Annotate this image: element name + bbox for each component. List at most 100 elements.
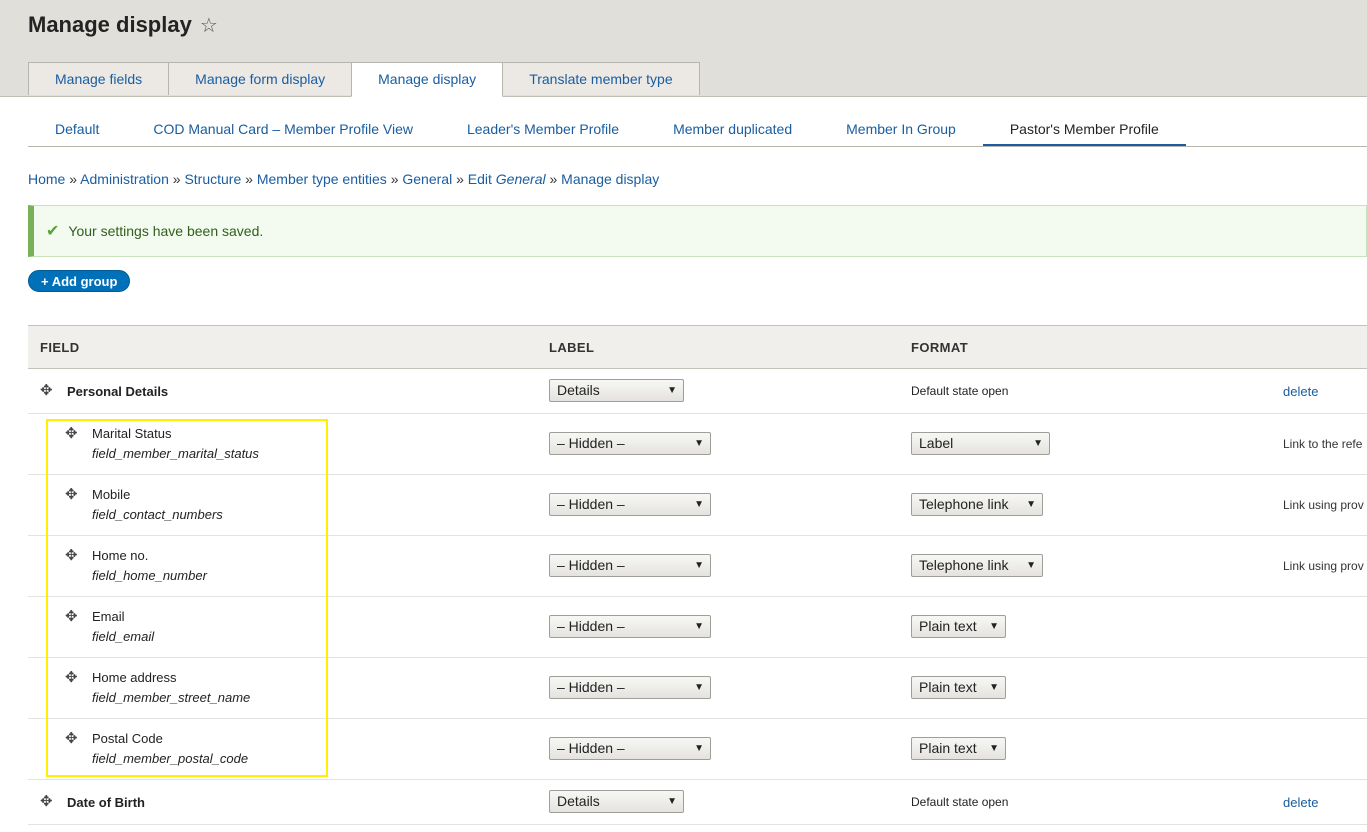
drag-handle-icon[interactable]: ✥	[65, 607, 78, 625]
add-group-button[interactable]: + Add group	[28, 270, 131, 292]
breadcrumb-structure[interactable]: Structure	[184, 171, 241, 187]
format-select[interactable]: Telephone link ▼	[911, 493, 1043, 516]
breadcrumb-manage-display[interactable]: Manage display	[561, 171, 659, 187]
drag-handle-icon[interactable]: ✥	[65, 729, 78, 747]
column-header-field: FIELD	[40, 340, 80, 355]
format-select-value: Plain text	[919, 740, 977, 756]
page-header: Manage display ☆ Manage fields Manage fo…	[0, 0, 1367, 97]
field-machine-name: field_home_number	[92, 568, 207, 583]
column-header-format: FORMAT	[911, 340, 969, 355]
format-select[interactable]: Label ▼	[911, 432, 1050, 455]
drag-handle-icon[interactable]: ✥	[65, 485, 78, 503]
formatter-summary: Link using prov	[1283, 498, 1364, 512]
drag-handle-icon[interactable]: ✥	[40, 381, 53, 399]
table-row-group: ✥ Personal Details Details ▼ Default stat…	[28, 369, 1367, 414]
subtab-leaders-member-profile[interactable]: Leader's Member Profile	[440, 112, 646, 146]
subtab-default[interactable]: Default	[28, 112, 126, 146]
format-select[interactable]: Plain text ▼	[911, 676, 1006, 699]
subtab-member-duplicated[interactable]: Member duplicated	[646, 112, 819, 146]
breadcrumb: Home » Administration » Structure » Memb…	[28, 171, 659, 187]
format-select[interactable]: Plain text ▼	[911, 737, 1006, 760]
tab-manage-fields[interactable]: Manage fields	[28, 62, 170, 95]
group-name: Personal Details	[67, 384, 169, 399]
label-select[interactable]: – Hidden – ▼	[549, 493, 711, 516]
delete-link[interactable]: delete	[1283, 795, 1318, 810]
page-title-text: Manage display	[28, 12, 192, 37]
format-select[interactable]: Plain text ▼	[911, 615, 1006, 638]
label-select-value: – Hidden –	[557, 557, 625, 573]
column-header-label: LABEL	[549, 340, 595, 355]
label-select-value: Details	[557, 382, 600, 398]
field-label: Marital Status	[92, 426, 172, 441]
breadcrumb-separator: »	[69, 171, 78, 187]
table-row: ✥ Home address field_member_street_name …	[28, 658, 1367, 719]
drag-handle-icon[interactable]: ✥	[65, 424, 78, 442]
breadcrumb-edit-general[interactable]: Edit General	[468, 171, 546, 187]
field-label: Home address	[92, 670, 177, 685]
status-message-text: Your settings have been saved.	[68, 223, 264, 239]
field-label: Home no.	[92, 548, 149, 563]
formatter-summary: Link to the refe	[1283, 437, 1363, 451]
tab-manage-display[interactable]: Manage display	[351, 62, 504, 97]
label-select-value: Details	[557, 793, 600, 809]
breadcrumb-separator: »	[245, 171, 253, 187]
check-icon: ✔	[46, 223, 60, 240]
table-row: ✥ Mobile field_contact_numbers – Hidden …	[28, 475, 1367, 536]
dropdown-arrow-icon: ▼	[1033, 438, 1043, 449]
drag-handle-icon[interactable]: ✥	[65, 668, 78, 686]
table-row: ✥ Email field_email – Hidden – ▼ Plain te…	[28, 597, 1367, 658]
label-select[interactable]: – Hidden – ▼	[549, 676, 711, 699]
dropdown-arrow-icon: ▼	[667, 796, 677, 807]
format-text: Default state open	[911, 384, 1009, 398]
field-machine-name: field_member_postal_code	[92, 751, 249, 766]
format-select-value: Telephone link	[919, 496, 1009, 512]
label-select[interactable]: – Hidden – ▼	[549, 432, 711, 455]
table-header: FIELD LABEL FORMAT	[28, 325, 1367, 369]
breadcrumb-administration[interactable]: Administration	[80, 171, 169, 187]
breadcrumb-member-type-entities[interactable]: Member type entities	[257, 171, 387, 187]
format-select-value: Plain text	[919, 679, 977, 695]
table-row: ✥ Postal Code field_member_postal_code –…	[28, 719, 1367, 780]
field-label: Postal Code	[92, 731, 163, 746]
field-machine-name: field_member_street_name	[92, 690, 251, 705]
breadcrumb-general[interactable]: General	[402, 171, 452, 187]
dropdown-arrow-icon: ▼	[694, 743, 704, 754]
label-select[interactable]: Details ▼	[549, 379, 684, 402]
subtab-pastors-member-profile[interactable]: Pastor's Member Profile	[982, 112, 1186, 146]
tab-manage-form-display[interactable]: Manage form display	[168, 62, 353, 95]
label-select-value: – Hidden –	[557, 679, 625, 695]
delete-link[interactable]: delete	[1283, 384, 1318, 399]
tab-translate-member-type[interactable]: Translate member type	[502, 62, 700, 95]
format-select-value: Plain text	[919, 618, 977, 634]
label-select[interactable]: Details ▼	[549, 790, 684, 813]
breadcrumb-edit-prefix: Edit	[467, 171, 492, 187]
subtab-member-in-group[interactable]: Member In Group	[819, 112, 983, 146]
dropdown-arrow-icon: ▼	[989, 682, 999, 693]
breadcrumb-home[interactable]: Home	[28, 171, 65, 187]
group-name: Date of Birth	[67, 795, 145, 810]
field-machine-name: field_member_marital_status	[92, 446, 259, 461]
star-icon[interactable]: ☆	[200, 13, 218, 38]
breadcrumb-edit-name: General	[495, 171, 546, 187]
dropdown-arrow-icon: ▼	[694, 438, 704, 449]
dropdown-arrow-icon: ▼	[694, 682, 704, 693]
field-label: Email	[92, 609, 125, 624]
label-select[interactable]: – Hidden – ▼	[549, 615, 711, 638]
dropdown-arrow-icon: ▼	[694, 621, 704, 632]
subtab-cod-manual-card[interactable]: COD Manual Card – Member Profile View	[126, 112, 440, 146]
format-select[interactable]: Telephone link ▼	[911, 554, 1043, 577]
breadcrumb-separator: »	[172, 171, 181, 187]
table-row-group: ✥ Date of Birth Details ▼ Default state o…	[28, 780, 1367, 825]
drag-handle-icon[interactable]: ✥	[40, 792, 53, 810]
field-machine-name: field_email	[92, 629, 155, 644]
field-label: Mobile	[92, 487, 131, 502]
label-select-value: – Hidden –	[557, 740, 625, 756]
breadcrumb-separator: »	[549, 171, 558, 187]
drag-handle-icon[interactable]: ✥	[65, 546, 78, 564]
dropdown-arrow-icon: ▼	[667, 385, 677, 396]
label-select[interactable]: – Hidden – ▼	[549, 554, 711, 577]
format-select-value: Label	[919, 435, 954, 451]
label-select[interactable]: – Hidden – ▼	[549, 737, 711, 760]
format-text: Default state open	[911, 795, 1009, 809]
dropdown-arrow-icon: ▼	[989, 621, 999, 632]
